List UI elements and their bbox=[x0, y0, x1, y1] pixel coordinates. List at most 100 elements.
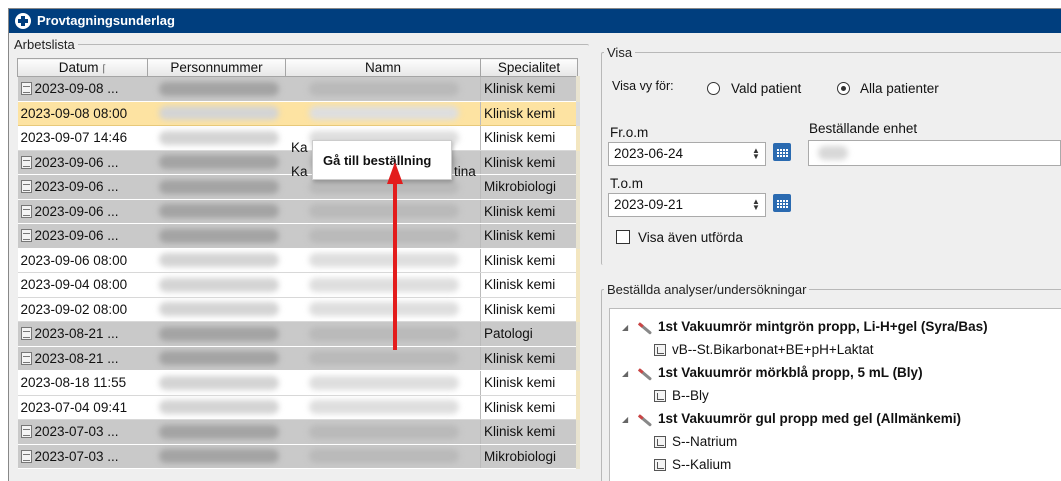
from-calendar-icon[interactable] bbox=[773, 143, 791, 161]
table-row[interactable]: 2023-07-03 ... Klinisk kemi bbox=[17, 419, 580, 445]
table-row[interactable]: 2023-08-21 ... Patologi bbox=[17, 321, 580, 347]
redacted-text bbox=[308, 277, 459, 292]
personnummer-cell bbox=[147, 395, 286, 420]
from-date-spinner[interactable]: ▲ ▼ bbox=[752, 147, 760, 161]
show-completed-checkbox[interactable] bbox=[616, 230, 630, 244]
analysis-label: vB--St.Bikarbonat+BE+pH+Laktat bbox=[672, 342, 874, 357]
specialty-cell: Klinisk kemi bbox=[480, 199, 580, 224]
personnummer-cell bbox=[147, 125, 286, 151]
redacted-text bbox=[158, 375, 279, 390]
date-cell: 2023-07-04 09:41 bbox=[17, 395, 148, 420]
personnummer-cell bbox=[147, 150, 286, 175]
personnummer-cell bbox=[147, 101, 286, 126]
specialty-text: Klinisk kemi bbox=[484, 277, 556, 293]
redacted-text bbox=[308, 81, 459, 96]
redacted-text bbox=[308, 400, 459, 415]
table-row[interactable]: 2023-08-18 11:55 Klinisk kemi bbox=[17, 370, 580, 396]
specialty-cell: Klinisk kemi bbox=[480, 248, 580, 273]
analysis-item[interactable]: S--Natrium bbox=[654, 434, 737, 449]
to-date-input[interactable]: 2023-09-21 bbox=[608, 193, 766, 217]
table-row[interactable]: 2023-09-06 ... Klinisk kemi bbox=[17, 223, 580, 249]
specialty-cell: Klinisk kemi bbox=[480, 297, 580, 322]
date-text: 2023-09-06 ... bbox=[34, 228, 119, 244]
to-calendar-icon[interactable] bbox=[773, 194, 791, 212]
redacted-text bbox=[308, 375, 459, 390]
specialty-cell: Klinisk kemi bbox=[480, 101, 580, 126]
name-cell bbox=[285, 395, 481, 420]
expand-toggle-icon[interactable]: ◢ bbox=[622, 323, 628, 332]
radio-all-patients-label[interactable]: Alla patienter bbox=[860, 81, 939, 96]
date-cell: 2023-09-07 14:46 bbox=[17, 125, 148, 151]
go-to-order-tooltip[interactable]: Gå till beställning bbox=[312, 140, 452, 180]
table-row[interactable]: 2023-09-04 08:00 Klinisk kemi bbox=[17, 272, 580, 298]
date-text: 2023-08-21 ... bbox=[34, 326, 119, 342]
personnummer-cell bbox=[147, 272, 286, 298]
from-date-input[interactable]: 2023-06-24 bbox=[608, 142, 766, 166]
column-header-date[interactable]: Datum ⌈ bbox=[17, 58, 148, 77]
specialty-text: Klinisk kemi bbox=[484, 399, 556, 415]
redacted-text bbox=[158, 228, 279, 243]
table-row[interactable]: 2023-07-04 09:41 Klinisk kemi bbox=[17, 395, 580, 420]
personnummer-cell bbox=[147, 199, 286, 224]
show-completed-label[interactable]: Visa även utförda bbox=[638, 230, 743, 245]
analysis-icon bbox=[654, 436, 666, 448]
column-header-name[interactable]: Namn bbox=[285, 58, 481, 77]
test-tube-icon bbox=[637, 322, 653, 335]
table-header-row: Datum ⌈ Personnummer Namn Specialitet bbox=[17, 58, 578, 77]
expand-toggle-icon[interactable]: ◢ bbox=[622, 369, 628, 378]
tube-group-title[interactable]: 1st Vakuumrör gul propp med gel (Allmänk… bbox=[658, 411, 961, 426]
redacted-text bbox=[308, 302, 459, 317]
tube-group-title[interactable]: 1st Vakuumrör mintgrön propp, Li-H+gel (… bbox=[658, 319, 988, 334]
date-cell: 2023-09-08 08:00 bbox=[17, 101, 148, 126]
window-title: Provtagningsunderlag bbox=[37, 13, 175, 28]
red-arrow-annotation bbox=[387, 162, 403, 350]
analysis-item[interactable]: B--Bly bbox=[654, 388, 709, 403]
ordered-analyses-legend: Beställda analyser/undersökningar bbox=[607, 282, 807, 297]
table-row[interactable]: 2023-09-02 08:00 Klinisk kemi bbox=[17, 297, 580, 322]
radio-all-patients[interactable] bbox=[837, 82, 850, 95]
analysis-item[interactable]: vB--St.Bikarbonat+BE+pH+Laktat bbox=[654, 342, 874, 357]
worklist-legend: Arbetslista bbox=[14, 37, 75, 52]
ordered-analyses-tree: ◢ 1st Vakuumrör mintgrön propp, Li-H+gel … bbox=[609, 308, 1061, 481]
name-cell bbox=[285, 101, 481, 126]
name-cell bbox=[285, 346, 481, 371]
specialty-text: Klinisk kemi bbox=[484, 424, 556, 440]
table-row[interactable]: 2023-09-08 08:00 Klinisk kemi bbox=[17, 101, 580, 126]
radio-selected-patient-label[interactable]: Vald patient bbox=[731, 81, 801, 96]
table-row[interactable]: 2023-08-21 ... Klinisk kemi bbox=[17, 346, 580, 371]
specialty-cell: Klinisk kemi bbox=[480, 395, 580, 420]
partial-name-text: tina bbox=[454, 164, 476, 179]
table-row[interactable]: 2023-09-06 ... Klinisk kemi bbox=[17, 199, 580, 224]
date-cell: 2023-09-06 ... bbox=[17, 199, 148, 224]
table-row[interactable]: 2023-07-03 ... Mikrobiologi bbox=[17, 444, 580, 469]
analysis-label: S--Natrium bbox=[672, 434, 738, 449]
table-row[interactable]: 2023-09-06 08:00 Klinisk kemi bbox=[17, 248, 580, 273]
to-date-spinner[interactable]: ▲ ▼ bbox=[752, 198, 760, 212]
date-text: 2023-09-02 08:00 bbox=[20, 301, 128, 317]
document-icon bbox=[20, 449, 32, 463]
name-cell bbox=[285, 444, 481, 469]
column-header-personnummer[interactable]: Personnummer bbox=[147, 58, 286, 77]
ordering-unit-input[interactable] bbox=[808, 140, 1061, 166]
radio-selected-patient[interactable] bbox=[707, 82, 720, 95]
date-text: 2023-09-08 ... bbox=[34, 81, 119, 97]
specialty-cell: Klinisk kemi bbox=[480, 125, 580, 151]
table-row[interactable]: 2023-09-08 ... Klinisk kemi bbox=[17, 76, 580, 102]
date-cell: 2023-09-02 08:00 bbox=[17, 297, 148, 322]
title-bar: Provtagningsunderlag bbox=[9, 9, 1061, 33]
specialty-cell: Klinisk kemi bbox=[480, 76, 580, 102]
tube-group-title[interactable]: 1st Vakuumrör mörkblå propp, 5 mL (Bly) bbox=[658, 365, 923, 380]
expand-toggle-icon[interactable]: ◢ bbox=[622, 415, 628, 424]
date-cell: 2023-09-06 08:00 bbox=[17, 248, 148, 273]
document-icon bbox=[20, 327, 32, 341]
personnummer-cell bbox=[147, 76, 286, 102]
redacted-text bbox=[158, 106, 279, 121]
personnummer-cell bbox=[147, 370, 286, 396]
analysis-item[interactable]: S--Kalium bbox=[654, 457, 731, 472]
date-text: 2023-09-07 14:46 bbox=[20, 130, 128, 146]
column-header-specialty[interactable]: Specialitet bbox=[480, 58, 578, 77]
specialty-text: Klinisk kemi bbox=[484, 203, 556, 219]
specialty-text: Klinisk kemi bbox=[484, 252, 556, 268]
partial-name-text: Ka bbox=[291, 164, 308, 179]
redacted-text bbox=[308, 424, 459, 439]
